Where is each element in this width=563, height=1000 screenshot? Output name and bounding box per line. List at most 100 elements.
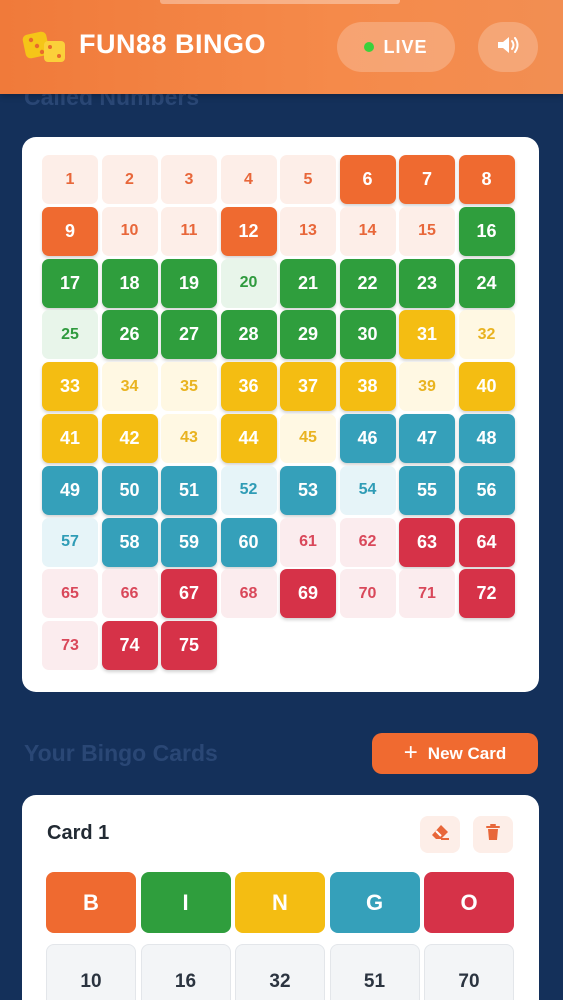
number-cell: 29: [280, 310, 336, 360]
number-cell: 58: [101, 517, 158, 567]
number-cell: 64: [458, 517, 515, 567]
bingo-card: Card 1 BINGO 10 16 32 51 70: [22, 795, 539, 1000]
number-cell: 45: [280, 413, 336, 463]
number-cell: 72: [458, 569, 515, 619]
sound-toggle-button[interactable]: [478, 22, 538, 72]
card-number-cell[interactable]: 51: [329, 944, 420, 1000]
number-cell: 14: [339, 206, 396, 256]
card-letter-i: I: [140, 872, 231, 933]
dice-icon: [22, 30, 68, 64]
number-cell: 67: [161, 569, 217, 619]
number-cell: 55: [399, 465, 455, 515]
card-letter-o: O: [424, 872, 514, 933]
number-cell: 50: [101, 465, 158, 515]
number-cell: 49: [42, 465, 98, 515]
new-card-button[interactable]: + New Card: [372, 733, 538, 774]
number-cell: 27: [161, 310, 217, 360]
number-cell: 63: [399, 517, 455, 567]
called-numbers-panel: 1 2 3 4 5 6 7 8 9 10 11 12 13 14 15 16 17 18 19 20 21 22 23 24 2…: [22, 137, 539, 692]
number-cell: 12: [220, 206, 277, 256]
number-cell: 53: [280, 465, 336, 515]
number-cell: 26: [101, 310, 158, 360]
card-title: Card 1: [47, 822, 110, 844]
number-cell: 2: [101, 155, 158, 204]
live-status-button[interactable]: LIVE: [337, 22, 455, 72]
number-cell: 40: [458, 362, 515, 412]
number-cell: 75: [161, 621, 217, 671]
number-cell: 21: [280, 258, 336, 308]
number-cell: 42: [101, 413, 158, 463]
card-letter-header: BINGO: [46, 872, 514, 933]
number-cell: 60: [220, 517, 277, 567]
number-cell: 62: [339, 517, 396, 567]
number-cell: 17: [42, 258, 98, 308]
card-letter-b: B: [46, 872, 136, 933]
number-cell: 8: [458, 155, 515, 204]
number-cell: 65: [42, 569, 98, 619]
delete-card-button[interactable]: [473, 816, 513, 853]
number-cell: 36: [220, 362, 277, 412]
number-cell: 57: [42, 517, 98, 567]
card-number-cell[interactable]: 32: [235, 944, 325, 1000]
number-cell: 59: [161, 517, 217, 567]
number-cell: 47: [399, 413, 455, 463]
called-numbers-grid: 1 2 3 4 5 6 7 8 9 10 11 12 13 14 15 16 17 18 19 20 21 22 23 24 2…: [42, 155, 521, 671]
number-cell: 34: [101, 362, 158, 412]
card-number-cell[interactable]: 70: [424, 944, 514, 1000]
number-cell: 56: [458, 465, 515, 515]
number-cell: 71: [399, 569, 455, 619]
number-cell: 43: [161, 413, 217, 463]
card-number-cell[interactable]: 10: [46, 944, 136, 1000]
card-letter-g: G: [329, 872, 420, 933]
live-dot-icon: [364, 42, 375, 52]
number-cell: 15: [399, 206, 455, 256]
status-strip: [160, 0, 400, 4]
number-cell: 13: [280, 206, 336, 256]
number-cell: 4: [220, 155, 277, 204]
number-cell: 20: [220, 258, 277, 308]
number-cell: 68: [220, 569, 277, 619]
number-cell: 25: [42, 310, 98, 360]
number-cell: 32: [458, 310, 515, 360]
number-cell: 10: [101, 206, 158, 256]
number-cell: 30: [339, 310, 396, 360]
trash-icon: [485, 823, 501, 846]
speaker-icon: [495, 34, 521, 61]
number-cell: 70: [339, 569, 396, 619]
new-card-label: New Card: [427, 743, 507, 763]
number-cell: 46: [339, 413, 396, 463]
app-header: FUN88 BINGO LIVE: [0, 0, 563, 94]
number-cell: 54: [339, 465, 396, 515]
number-cell: 9: [42, 206, 98, 256]
number-cell: 35: [161, 362, 217, 412]
eraser-icon: [430, 823, 450, 846]
card-number-row: 10 16 32 51 70: [46, 944, 514, 1000]
number-cell: 33: [42, 362, 98, 412]
number-cell: 28: [220, 310, 277, 360]
number-cell: 48: [458, 413, 515, 463]
number-cell: 6: [339, 155, 396, 204]
number-cell: 31: [399, 310, 455, 360]
number-cell: 61: [280, 517, 336, 567]
number-cell: 16: [458, 206, 515, 256]
number-cell: 39: [399, 362, 455, 412]
number-cell: 24: [458, 258, 515, 308]
number-cell: 66: [101, 569, 158, 619]
bingo-cards-heading: Your Bingo Cards: [24, 740, 218, 766]
number-cell: 18: [101, 258, 158, 308]
plus-icon: +: [403, 738, 418, 766]
number-cell: 44: [220, 413, 277, 463]
number-cell: 22: [339, 258, 396, 308]
card-letter-n: N: [235, 872, 325, 933]
number-cell: 52: [220, 465, 277, 515]
card-number-cell[interactable]: 16: [140, 944, 231, 1000]
number-cell: 51: [161, 465, 217, 515]
number-cell: 73: [42, 621, 98, 671]
clear-card-button[interactable]: [420, 816, 460, 853]
number-cell: 23: [399, 258, 455, 308]
number-cell: 11: [161, 206, 217, 256]
number-cell: 1: [42, 155, 98, 204]
number-cell: 7: [399, 155, 455, 204]
number-cell: 37: [280, 362, 336, 412]
number-cell: 19: [161, 258, 217, 308]
